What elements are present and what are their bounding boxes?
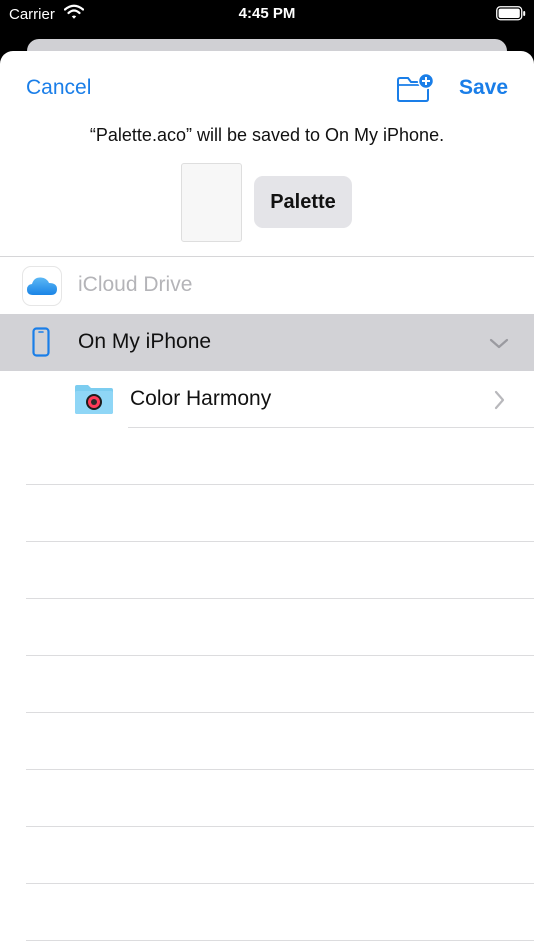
battery-icon — [496, 6, 526, 21]
cancel-button[interactable]: Cancel — [26, 76, 91, 100]
empty-row-divider — [26, 826, 534, 827]
empty-row-divider — [26, 712, 534, 713]
empty-row-divider — [26, 655, 534, 656]
status-time: 4:45 PM — [238, 5, 296, 22]
chevron-down-icon[interactable] — [489, 338, 509, 350]
status-bar: Carrier 4:45 PM — [0, 0, 534, 30]
location-row-on-my-iphone[interactable]: On My iPhone — [0, 314, 534, 371]
file-thumbnail — [181, 163, 242, 242]
save-destination-message: “Palette.aco” will be saved to On My iPh… — [89, 125, 445, 145]
empty-row-divider — [26, 598, 534, 599]
location-label: iCloud Drive — [78, 273, 193, 296]
icloud-icon — [22, 266, 62, 306]
location-row-icloud-drive: iCloud Drive — [0, 257, 534, 314]
folder-label: Color Harmony — [130, 387, 272, 410]
empty-row-divider — [26, 940, 534, 941]
filename-field[interactable]: Palette — [254, 176, 352, 228]
folder-row-color-harmony[interactable]: Color Harmony — [0, 371, 534, 428]
empty-row-divider — [26, 484, 534, 485]
divider — [128, 427, 534, 428]
location-label: On My iPhone — [78, 330, 212, 353]
save-sheet: Cancel Save “Palette.aco” will be saved … — [0, 51, 534, 950]
new-folder-icon[interactable] — [396, 73, 434, 103]
empty-row-divider — [26, 541, 534, 542]
iphone-icon — [32, 327, 50, 357]
save-button[interactable]: Save — [459, 76, 508, 100]
empty-row-divider — [26, 769, 534, 770]
chevron-right-icon — [494, 390, 505, 410]
color-harmony-folder-icon — [75, 385, 113, 414]
empty-row-divider — [26, 883, 534, 884]
